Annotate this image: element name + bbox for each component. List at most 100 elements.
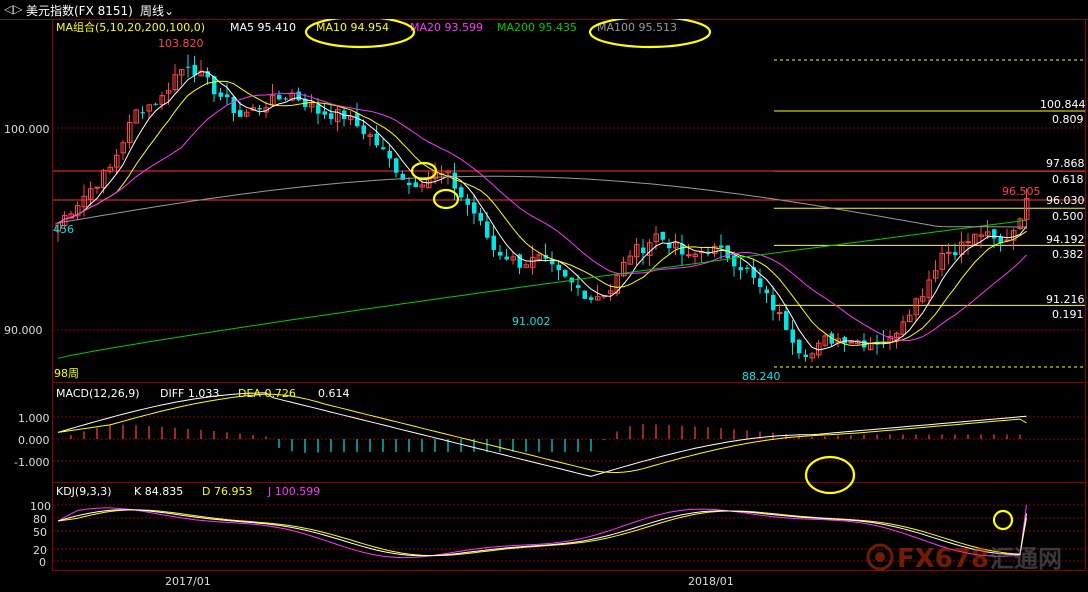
candle-down: [797, 339, 802, 354]
highlight-kdj: [992, 509, 1014, 531]
candle-down: [218, 92, 223, 97]
candle-down: [738, 267, 743, 271]
highlight-macd-cross: [804, 455, 856, 495]
candle-down: [478, 212, 483, 221]
ma5-line: [57, 71, 1027, 351]
level-ratio-5: 0.191: [1052, 308, 1084, 321]
candle-down: [316, 104, 321, 114]
y-tick-100: 100.000: [4, 123, 50, 136]
kdj-tick-80: 80: [33, 513, 47, 526]
y-tick-90: 90.000: [4, 324, 43, 337]
macd-title[interactable]: MACD(12,26,9): [56, 387, 140, 400]
ma10-value: MA10 94.954: [316, 21, 389, 34]
candle-down: [225, 94, 230, 98]
candle-down: [732, 255, 737, 267]
kdj-k-value: K 84.835: [134, 485, 183, 498]
ma20-value: MA20 93.599: [410, 21, 483, 34]
candle-down: [491, 235, 496, 250]
watermark: FX678 汇通网: [866, 543, 1062, 574]
candle-down: [641, 247, 646, 254]
candle-down: [589, 297, 594, 300]
candle-down: [296, 91, 301, 101]
candle-down: [465, 198, 470, 205]
candle-down: [361, 125, 366, 135]
candle-up: [686, 254, 692, 257]
x-label-2017: 2017/01: [165, 575, 211, 588]
candle-down: [374, 133, 379, 146]
candle-down: [582, 290, 587, 299]
low1-label: 91.002: [512, 315, 551, 328]
candle-down: [231, 96, 236, 114]
candle-down: [140, 112, 145, 114]
period-note: 98周: [54, 367, 79, 380]
low2-label: 88.240: [742, 370, 781, 383]
watermark-logo-text: FX678: [897, 544, 989, 574]
toolbar: ◁▷ 美元指数(FX 8151) 周线⌄: [0, 0, 1088, 20]
price-chart[interactable]: MA组合(5,10,20,200,100,0) MA5 95.410 MA10 …: [0, 19, 1088, 592]
candle-down: [745, 267, 750, 269]
candle-down: [576, 285, 581, 288]
candle-down: [485, 221, 490, 238]
left-edge-label: 456: [53, 223, 74, 236]
candle-down: [992, 229, 997, 239]
macd-diff-value: DIFF 1.033: [160, 387, 219, 400]
kdj-title[interactable]: KDJ(9,3,3): [56, 485, 112, 498]
candle-down: [790, 329, 795, 343]
macd-tick-m1: -1.000: [14, 456, 49, 469]
candle-down: [192, 64, 197, 76]
candle-down: [771, 294, 776, 311]
ma200-line: [57, 219, 1027, 359]
candle-down: [238, 110, 243, 117]
period-label: 周线: [140, 4, 165, 18]
highlight-ellipses: [304, 19, 1014, 531]
candle-down: [452, 172, 457, 189]
macd-hist-value: 0.614: [318, 387, 350, 400]
candle-down: [387, 150, 392, 159]
candle-down: [407, 182, 412, 186]
level-price-1: 100.844: [1040, 98, 1086, 111]
candle-down: [257, 108, 262, 110]
ma100-line: [57, 175, 1027, 228]
candle-down: [472, 202, 477, 214]
level-price-3: 96.030: [1046, 194, 1085, 207]
macd-histogram-and-lines: [57, 392, 1027, 477]
candle-down: [498, 251, 503, 256]
level-ratio-2: 0.618: [1052, 173, 1084, 186]
level-price-5: 91.216: [1046, 293, 1085, 306]
x-label-2018: 2018/01: [688, 575, 734, 588]
candle-down: [556, 264, 561, 271]
kdj-tick-50: 50: [33, 526, 47, 539]
period-selector[interactable]: 周线⌄: [140, 2, 174, 19]
candle-down: [953, 252, 958, 256]
watermark-cn-text: 汇通网: [990, 545, 1062, 573]
last-price-label: 96.505: [1002, 185, 1041, 198]
candle-down: [381, 147, 386, 150]
candle-down: [784, 311, 789, 330]
ma-group-label[interactable]: MA组合(5,10,20,200,100,0): [56, 20, 205, 34]
high-label: 103.820: [158, 37, 204, 50]
candle-down: [322, 111, 327, 115]
macd-diff-line: [57, 392, 1027, 477]
level-ratio-1: 0.809: [1052, 113, 1084, 126]
candle-down: [459, 187, 464, 198]
candle-down: [186, 66, 191, 68]
candle-down: [329, 113, 334, 119]
candle-up: [777, 312, 783, 315]
candle-down: [413, 182, 418, 188]
candle-down: [355, 113, 360, 127]
candle-down: [504, 256, 509, 260]
level-ratio-3: 0.500: [1052, 210, 1084, 223]
back-icon[interactable]: ◁▷: [4, 2, 22, 16]
ma200-value: MA200 95.435: [497, 21, 577, 34]
candle-down: [842, 337, 847, 344]
kdj-tick-0: 0: [39, 556, 46, 569]
kdj-j-value: J 100.599: [267, 485, 320, 498]
candle-down: [660, 231, 665, 240]
macd-dea-value: DEA 0.726: [238, 387, 296, 400]
level-price-4: 94.192: [1046, 233, 1085, 246]
candle-up: [848, 341, 854, 344]
level-ratio-4: 0.382: [1052, 248, 1084, 261]
symbol-label[interactable]: 美元指数(FX 8151): [26, 2, 133, 19]
ma5-value: MA5 95.410: [230, 21, 296, 34]
kdj-tick-100: 100: [30, 500, 51, 513]
